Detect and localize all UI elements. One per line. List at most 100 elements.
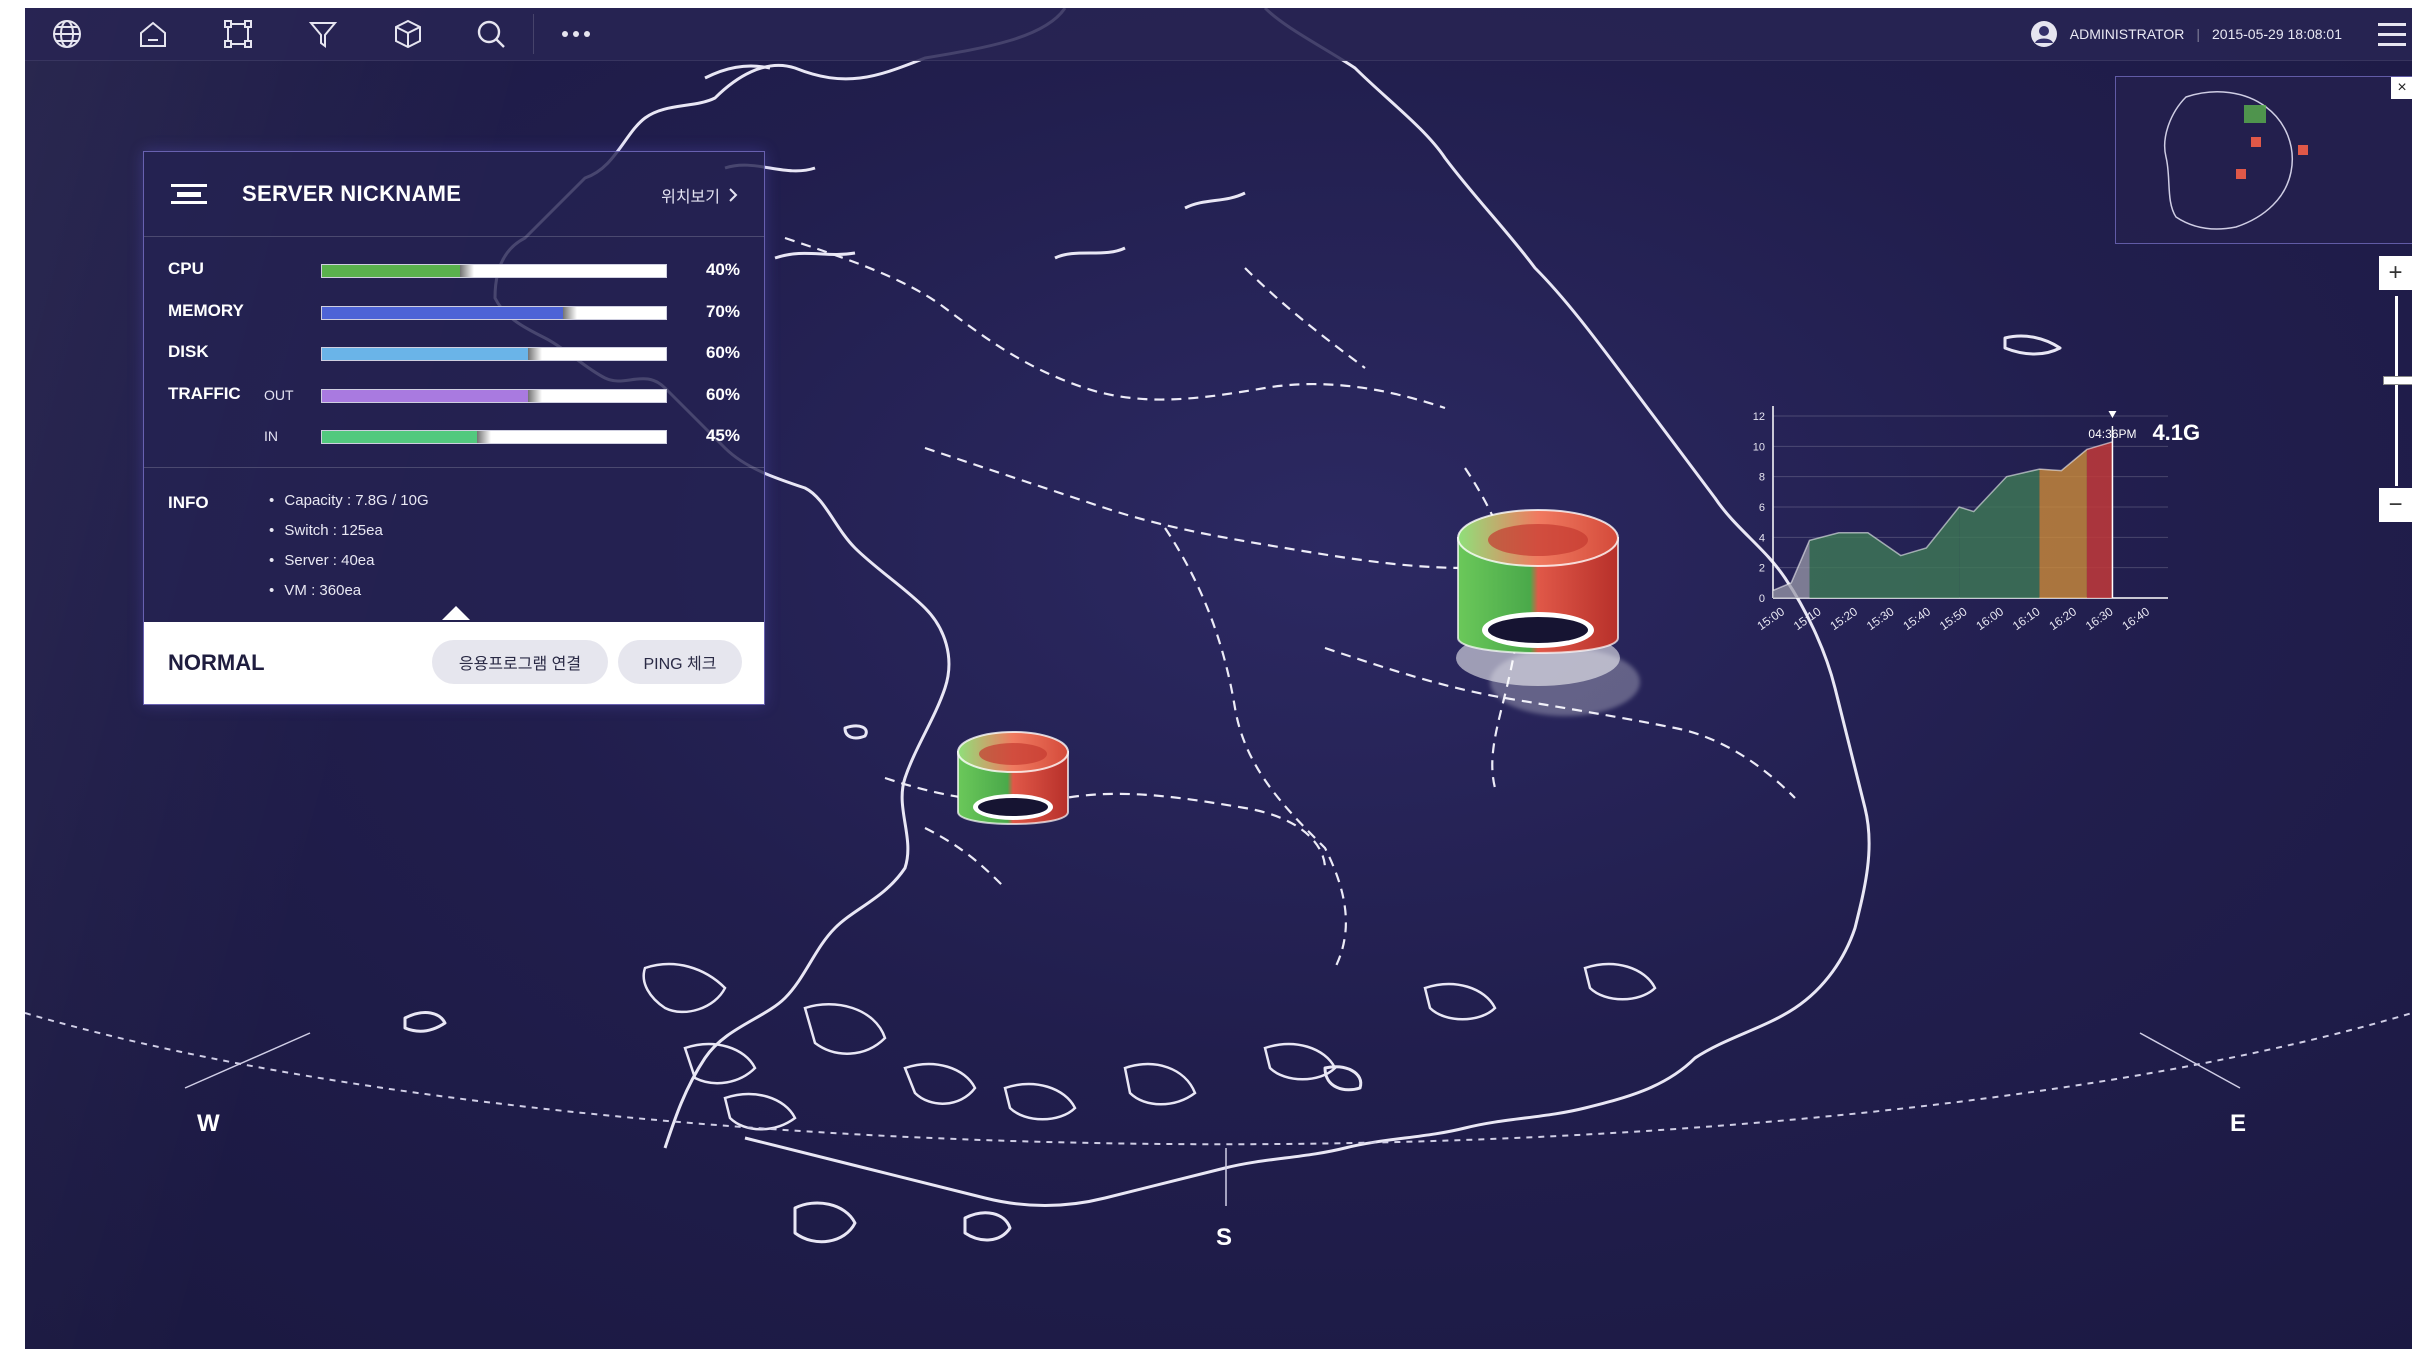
chart-y-tick: 4 [1759, 532, 1765, 544]
metric-bar [321, 388, 667, 403]
metric-bar-fill [322, 389, 529, 402]
metric-row: MEMORY 70% [144, 301, 764, 323]
home-icon[interactable] [135, 16, 171, 52]
compass-south: S [1216, 1224, 1233, 1251]
info-label: INFO [168, 493, 209, 512]
metric-percent: 40% [705, 260, 740, 279]
chart-x-tick: 15:00 [1754, 604, 1787, 633]
metric-row: DISK 60% [144, 342, 764, 364]
server-marker-small[interactable] [957, 731, 1069, 825]
metric-bar-shade [528, 348, 543, 360]
network-icon[interactable] [220, 16, 256, 52]
top-toolbar: ADMINISTRATOR | 2015-05-29 18:08:01 [25, 8, 2412, 61]
zoom-in-button[interactable]: + [2379, 256, 2412, 290]
toolbar-divider [533, 14, 534, 54]
metric-bar [321, 347, 667, 361]
ping-check-button[interactable]: PING 체크 [618, 640, 742, 684]
chart-x-tick: 16:10 [2010, 604, 2043, 633]
chevron-right-icon [729, 188, 738, 202]
chart-x-tick: 15:10 [1791, 604, 1824, 633]
chart-y-tick: 12 [1753, 411, 1765, 423]
zoom-control: + − [2379, 256, 2412, 526]
filter-icon[interactable] [305, 16, 341, 52]
server-marker-large[interactable] [1456, 509, 1620, 686]
chart-area-segment [2086, 441, 2113, 598]
metric-bar-fill [322, 431, 477, 443]
user-avatar-icon[interactable] [2030, 20, 2058, 48]
chart-x-tick: 15:40 [1900, 604, 1933, 633]
chart-x-tick: 15:30 [1864, 604, 1897, 633]
traffic-area-chart: 0 2 4 6 8 10 12 04:36PM 4.1G 15:00 15:10 15:20 15:30… [1753, 406, 2200, 633]
panel-pointer [442, 606, 470, 620]
horizon-arc [25, 1012, 2412, 1146]
southern-islands [642, 962, 1657, 1131]
metric-label: TRAFFIC [168, 383, 241, 403]
metric-bar [321, 305, 667, 320]
server-nickname: SERVER NICKNAME [242, 181, 462, 206]
metric-label: MEMORY [168, 300, 244, 320]
metric-bar-fill [322, 265, 460, 277]
hamburger-menu-icon[interactable] [2372, 16, 2412, 52]
minimap-view [2164, 91, 2308, 230]
chart-y-tick: 2 [1759, 563, 1765, 575]
metric-percent: 60% [705, 343, 740, 362]
location-link-label: 위치보기 [661, 189, 720, 206]
app-connect-button[interactable]: 응용프로그램 연결 [432, 640, 608, 684]
metric-percent: 60% [705, 384, 740, 404]
compass-west: W [197, 1110, 220, 1137]
chart-x-tick: 16:40 [2119, 604, 2152, 633]
metric-bar-fill [322, 348, 529, 360]
metric-bar-shade [528, 389, 543, 402]
chart-x-tick: 16:00 [1973, 604, 2006, 633]
zoom-slider-thumb[interactable] [2383, 375, 2412, 385]
info-item: VM : 360ea [269, 580, 429, 610]
chart-x-tick: 16:30 [2083, 604, 2116, 633]
chart-y-tick: 8 [1759, 472, 1765, 484]
province-borders [784, 236, 1796, 969]
chart-y-tick: 10 [1753, 441, 1765, 453]
west-pointer [184, 1032, 311, 1089]
panel-footer: NORMAL 응용프로그램 연결 PING 체크 [144, 622, 764, 704]
info-list: Capacity : 7.8G / 10GSwitch : 125eaServe… [269, 490, 429, 610]
metric-bar-shade [459, 265, 474, 277]
metrics-list: CPU 40% MEMORY 70% DISK 60% TRAFFIC OUT 60% IN 45% [144, 237, 764, 468]
chart-x-tick: 16:20 [2046, 604, 2079, 633]
minimap[interactable]: × [2115, 76, 2412, 244]
chart-area-segment [2039, 449, 2087, 598]
datetime: 2015-05-29 18:08:01 [2212, 26, 2342, 42]
globe-icon[interactable] [49, 16, 85, 52]
more-icon[interactable] [558, 16, 594, 52]
metric-bar-shade [476, 431, 491, 443]
cube-icon[interactable] [390, 16, 426, 52]
metric-percent: 45% [705, 426, 740, 445]
minimap-close-button[interactable]: × [2391, 77, 2412, 99]
east-pointer [2139, 1032, 2241, 1089]
chart-x-tick: 15:50 [1937, 604, 1970, 633]
metric-bar [321, 264, 667, 278]
info-item: Server : 40ea [269, 550, 429, 580]
chart-y-tick: 0 [1759, 593, 1765, 605]
server-info-panel: SERVER NICKNAME 위치보기 CPU 40% MEMORY 70% DISK… [143, 151, 765, 705]
chart-y-tick: 6 [1759, 502, 1765, 514]
metric-sub-label: IN [264, 428, 278, 444]
compass-east: E [2230, 1110, 2247, 1137]
metric-label: CPU [168, 259, 204, 278]
chart-x-tick: 15:20 [1827, 604, 1860, 633]
info-section: INFO Capacity : 7.8G / 10GSwitch : 125ea… [144, 468, 764, 620]
chart-area-segment [1959, 469, 2040, 598]
zoom-track[interactable] [2395, 296, 2398, 486]
metric-row: TRAFFIC OUT 60% [144, 384, 764, 406]
chart-marker-time: 04:36PM [2088, 427, 2136, 441]
search-icon[interactable] [473, 16, 509, 52]
panel-header: SERVER NICKNAME 위치보기 [144, 152, 764, 237]
metric-sub-label: OUT [264, 386, 294, 403]
metric-row: IN 45% [144, 425, 764, 447]
user-name[interactable]: ADMINISTRATOR [2070, 26, 2185, 42]
zoom-out-button[interactable]: − [2379, 488, 2412, 522]
metric-label: DISK [168, 342, 209, 361]
metric-bar-shade [562, 306, 577, 319]
metric-percent: 70% [705, 301, 740, 321]
chart-marker-arrow [2108, 411, 2117, 418]
location-link[interactable]: 위치보기 [661, 183, 738, 207]
metric-bar-fill [322, 306, 563, 319]
